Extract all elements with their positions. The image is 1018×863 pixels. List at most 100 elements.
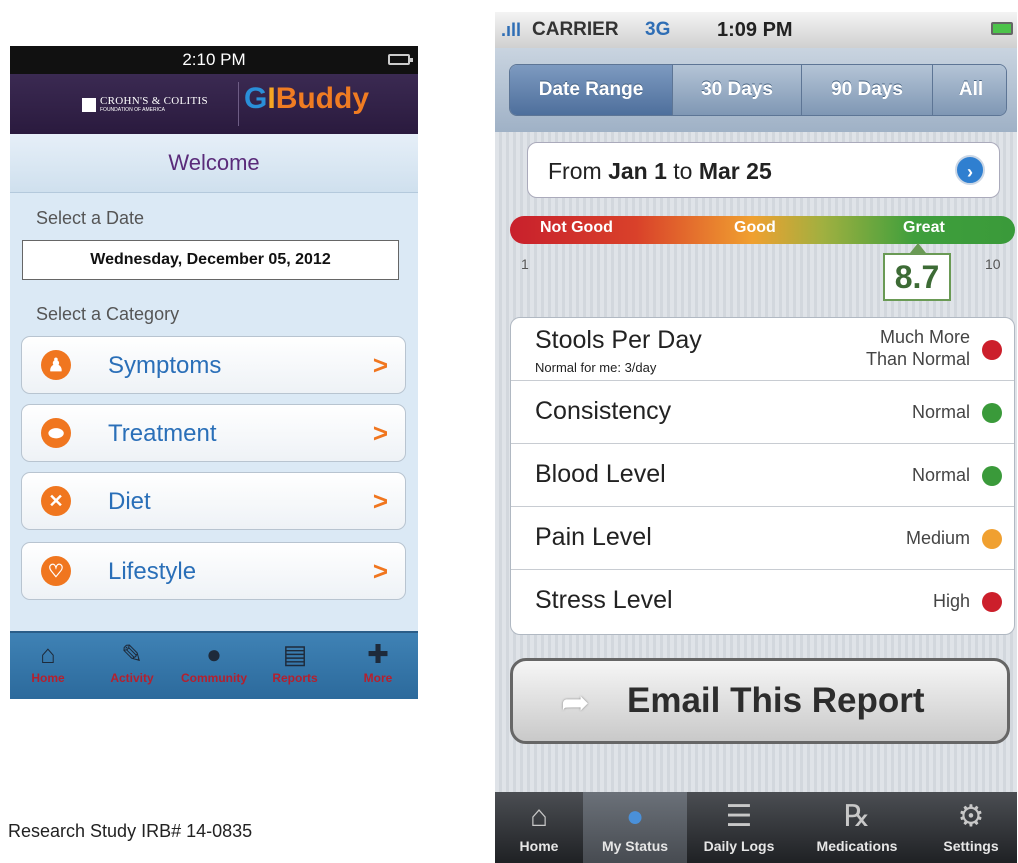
category-label: Diet — [108, 488, 151, 515]
tab-daily-logs[interactable]: ☰ Daily Logs — [691, 792, 787, 863]
status-bar: 2:10 PM — [10, 46, 418, 74]
email-report-button[interactable]: ➦ Email This Report — [510, 658, 1010, 744]
battery-icon — [991, 22, 1013, 35]
date-range-selector[interactable]: From Jan 1 to Mar 25 › — [527, 142, 1000, 198]
foundation-seal-icon — [82, 97, 96, 112]
tab-label: Settings — [943, 838, 999, 854]
segment-30-days[interactable]: 30 Days — [673, 65, 802, 115]
category-treatment-button[interactable]: ⬬ Treatment > — [21, 404, 406, 462]
pencil-icon: ✎ — [121, 639, 143, 669]
heart-icon: ♡ — [41, 556, 71, 586]
foundation-name: CROHN'S & COLITIS — [100, 95, 208, 107]
gibuddy-logo: GIBuddy — [244, 82, 370, 115]
tab-reports[interactable]: ▤ Reports — [260, 633, 330, 699]
status-dot-green — [982, 403, 1002, 423]
scale-min: 1 — [521, 256, 529, 272]
tab-more[interactable]: ✚ More — [343, 633, 413, 699]
tab-my-status[interactable]: ● My Status — [583, 792, 687, 863]
foundation-subtitle: FOUNDATION OF AMERICA — [100, 107, 165, 113]
metric-row-stools[interactable]: Stools Per Day Normal for me: 3/day Much… — [511, 318, 1014, 381]
email-report-label: Email This Report — [627, 681, 925, 720]
tab-bar: ⌂ Home ✎ Activity ● Community ▤ Reports … — [10, 631, 418, 699]
category-symptoms-button[interactable]: ♟ Symptoms > — [21, 336, 406, 394]
network-type: 3G — [645, 19, 671, 40]
home-icon: ⌂ — [40, 639, 56, 669]
segment-date-range[interactable]: Date Range — [510, 65, 673, 115]
document-icon: ▤ — [282, 639, 308, 669]
tab-bar: ⌂ Home ● My Status ☰ Daily Logs ℞ Medica… — [495, 792, 1017, 863]
metric-status: Medium — [905, 528, 970, 548]
metric-status: Normal — [911, 402, 970, 422]
tab-medications[interactable]: ℞ Medications — [797, 792, 917, 863]
metric-status: High — [932, 591, 970, 611]
metric-name: Stress Level — [535, 586, 673, 614]
metric-row-pain-level[interactable]: Pain Level Medium — [511, 507, 1014, 570]
tab-settings[interactable]: ⚙ Settings — [927, 792, 1015, 863]
overall-score: 8.7 — [883, 243, 951, 301]
tab-home[interactable]: ⌂ Home — [495, 792, 583, 863]
status-content: From Jan 1 to Mar 25 › Not Good Good Grea… — [495, 132, 1017, 792]
status-time: 2:10 PM — [182, 50, 246, 69]
metric-row-stress-level[interactable]: Stress Level High — [511, 570, 1014, 633]
signal-icon: .ıll — [501, 20, 522, 40]
tab-home[interactable]: ⌂ Home — [13, 633, 83, 699]
status-dot-red — [982, 592, 1002, 612]
chevron-right-icon[interactable]: › — [955, 155, 985, 185]
gibuddy-app-screen: 2:10 PM CROHN'S & COLITIS FOUNDATION OF … — [10, 46, 418, 699]
metric-status: Much More Than Normal — [865, 327, 970, 369]
range-segmented-control: Date Range 30 Days 90 Days All — [509, 64, 1007, 116]
tab-label: Home — [31, 671, 65, 685]
tab-label: More — [363, 671, 393, 685]
range-end: Mar 25 — [698, 158, 772, 184]
status-dot-red — [982, 340, 1002, 360]
range-start: Jan 1 — [608, 158, 667, 184]
person-icon: ● — [625, 800, 645, 833]
scale-label-not-good: Not Good — [540, 219, 613, 236]
chevron-right-icon: > — [372, 486, 388, 516]
chevron-right-icon: > — [372, 350, 388, 380]
metric-status: Normal — [911, 465, 970, 485]
select-date-label: Select a Date — [36, 208, 145, 228]
chevron-right-icon: > — [372, 418, 388, 448]
metric-subtitle: Normal for me: 3/day — [535, 360, 657, 375]
tab-label: Activity — [110, 671, 154, 685]
rx-icon: ℞ — [843, 800, 871, 833]
header-divider — [238, 82, 239, 126]
gear-icon: ⚙ — [957, 800, 985, 833]
select-category-label: Select a Category — [36, 304, 180, 324]
tab-community[interactable]: ● Community — [178, 633, 250, 699]
metric-row-consistency[interactable]: Consistency Normal — [511, 381, 1014, 444]
segment-90-days[interactable]: 90 Days — [802, 65, 933, 115]
carrier-name: CARRIER — [532, 19, 619, 40]
date-field[interactable]: Wednesday, December 05, 2012 — [22, 240, 399, 280]
status-dot-orange — [982, 529, 1002, 549]
status-bar: .ıll CARRIER 3G 1:09 PM — [495, 12, 1017, 48]
metric-name: Pain Level — [535, 523, 652, 551]
forward-arrow-icon: ➦ — [561, 684, 590, 722]
list-icon: ☰ — [725, 800, 753, 833]
foundation-logo: CROHN'S & COLITIS FOUNDATION OF AMERICA — [82, 96, 208, 113]
page-title: Welcome — [10, 134, 418, 193]
category-label: Lifestyle — [108, 558, 197, 585]
category-lifestyle-button[interactable]: ♡ Lifestyle > — [21, 542, 406, 600]
score-scale-bar: Not Good Good Great — [510, 216, 1015, 244]
range-toolbar: Date Range 30 Days 90 Days All — [495, 48, 1017, 133]
person-icon: ● — [206, 639, 222, 669]
category-label: Treatment — [108, 420, 217, 447]
person-icon: ♟ — [41, 350, 71, 380]
segment-all[interactable]: All — [933, 65, 1006, 115]
tab-label: Medications — [816, 838, 898, 854]
metric-name: Stools Per Day — [535, 326, 702, 354]
tab-label: Daily Logs — [703, 838, 775, 854]
metric-row-blood-level[interactable]: Blood Level Normal — [511, 444, 1014, 507]
metric-name: Blood Level — [535, 460, 666, 488]
tab-activity[interactable]: ✎ Activity — [97, 633, 167, 699]
tab-label: My Status — [601, 838, 669, 854]
battery-icon — [388, 54, 413, 65]
category-diet-button[interactable]: ✕ Diet > — [21, 472, 406, 530]
metrics-list: Stools Per Day Normal for me: 3/day Much… — [510, 317, 1015, 635]
chevron-right-icon: > — [372, 556, 388, 586]
pill-icon: ⬬ — [41, 418, 71, 448]
scale-label-great: Great — [903, 219, 945, 236]
tab-label: Community — [181, 671, 247, 685]
